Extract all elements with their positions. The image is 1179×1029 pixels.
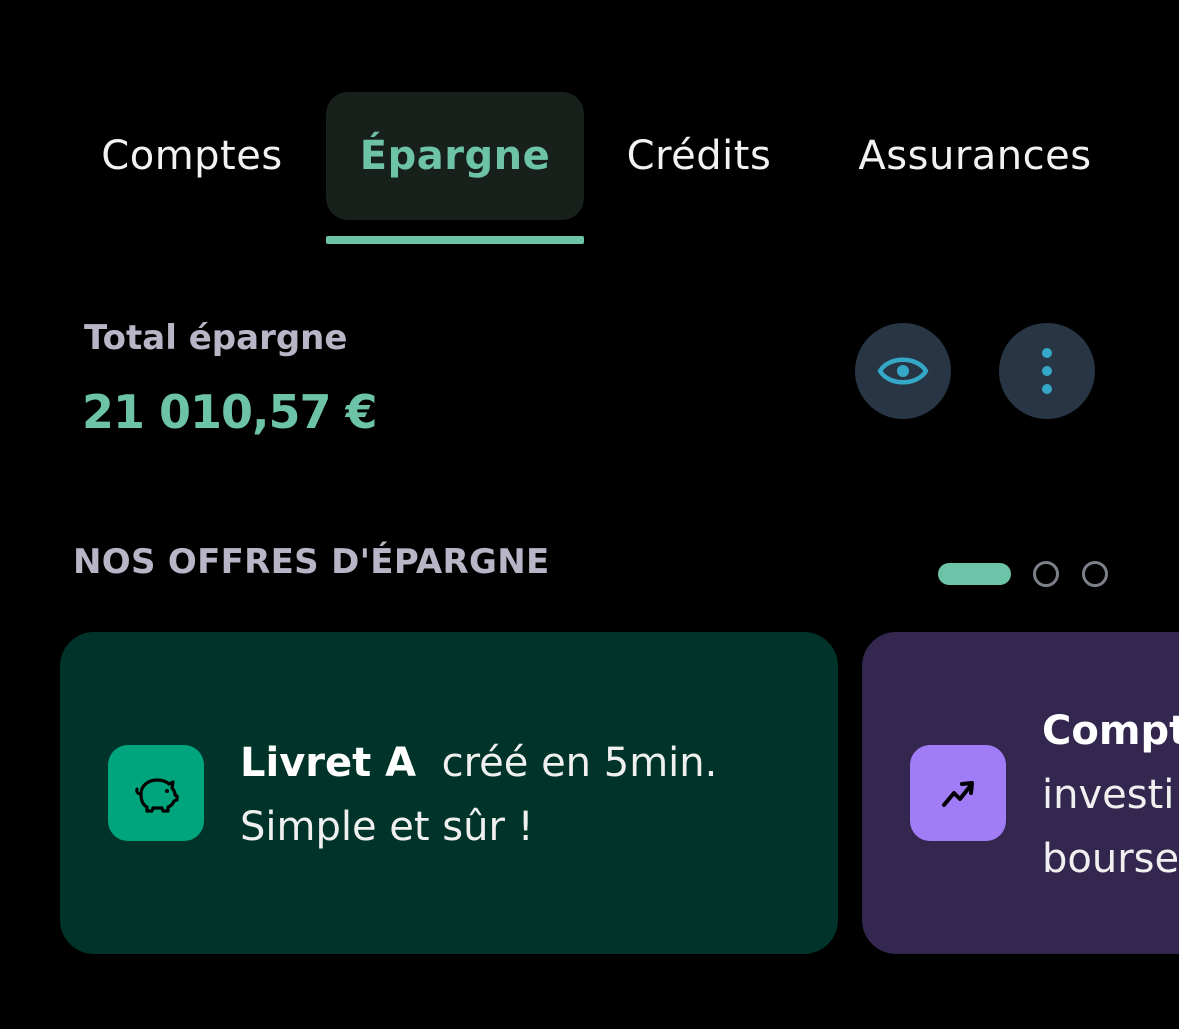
- offer-card-text: Livret A créé en 5min. Simple et sûr !: [240, 731, 717, 859]
- tab-assurances[interactable]: Assurances: [834, 92, 1116, 220]
- offer-card-line3: bourse: [1042, 836, 1179, 882]
- piggy-bank-icon: [135, 778, 179, 813]
- toggle-visibility-button[interactable]: [855, 323, 951, 419]
- offer-icon-tile: [108, 745, 204, 841]
- savings-screen: Comptes Épargne Crédits Assurances Total…: [0, 0, 1179, 1029]
- offer-card-title: Livret A: [240, 740, 417, 786]
- trending-up-icon: [942, 781, 974, 807]
- pager-dot[interactable]: [1033, 561, 1059, 587]
- offer-card-line2: Simple et sûr !: [240, 804, 534, 850]
- offer-icon-tile: [910, 745, 1006, 841]
- eye-icon: [877, 357, 929, 385]
- offer-card-title: Compt: [1042, 708, 1179, 754]
- more-options-button[interactable]: [999, 323, 1095, 419]
- pager-dot-active[interactable]: [938, 563, 1011, 585]
- active-tab-indicator: [326, 236, 584, 244]
- tab-epargne[interactable]: Épargne: [326, 92, 584, 220]
- tab-comptes[interactable]: Comptes: [70, 92, 314, 220]
- offer-card-livret-a[interactable]: Livret A créé en 5min. Simple et sûr !: [60, 632, 838, 954]
- offer-card-compte-titres[interactable]: Compt investi bourse: [862, 632, 1179, 954]
- offer-card-line1: créé en 5min.: [441, 740, 718, 786]
- total-savings-amount: 21 010,57 €: [82, 385, 378, 439]
- offer-card-text: Compt investi bourse: [1042, 699, 1179, 891]
- pager-dot[interactable]: [1082, 561, 1108, 587]
- more-vertical-icon: [1042, 348, 1052, 394]
- offers-section-title: NOS OFFRES D'ÉPARGNE: [73, 542, 550, 582]
- tab-credits[interactable]: Crédits: [596, 92, 802, 220]
- offer-card-line2: investi: [1042, 772, 1175, 818]
- total-savings-label: Total épargne: [84, 318, 348, 358]
